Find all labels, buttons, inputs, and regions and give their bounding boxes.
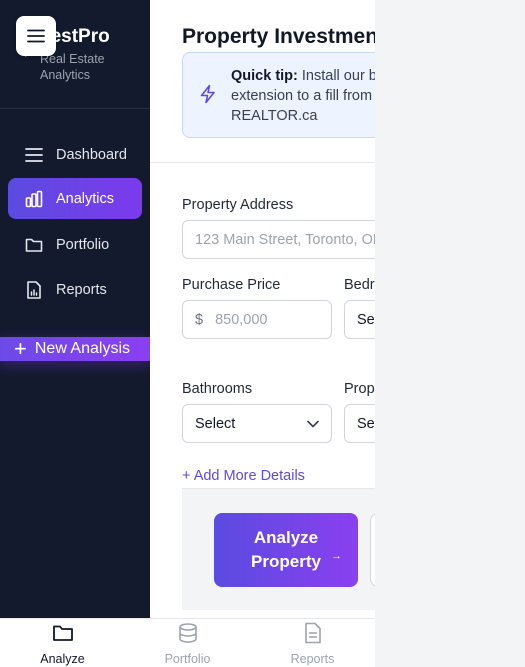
document-icon bbox=[304, 621, 322, 645]
purchase-price-label: Purchase Price bbox=[182, 277, 281, 293]
section-divider bbox=[150, 162, 375, 163]
analyze-property-button[interactable]: Analyze Property → bbox=[214, 513, 358, 587]
bathrooms-label: Bathrooms bbox=[182, 381, 253, 397]
property-type-select[interactable]: Se bbox=[344, 404, 375, 443]
address-label: Property Address bbox=[182, 197, 294, 213]
sidebar-item-label: Portfolio bbox=[56, 236, 110, 253]
brand-subtitle: Real Estate Analytics bbox=[40, 52, 105, 82]
property-type-label: Prope bbox=[344, 381, 375, 397]
quick-tip-bold: Quick tip: bbox=[231, 68, 298, 84]
bar-chart-icon bbox=[24, 189, 44, 209]
address-input[interactable]: 123 Main Street, Toronto, ON bbox=[182, 220, 375, 259]
new-analysis-button[interactable]: + New Analysis bbox=[0, 337, 150, 361]
purchase-price-input[interactable]: $ 850,000 bbox=[182, 300, 332, 339]
sidebar-item-dashboard[interactable]: Dashboard bbox=[8, 134, 142, 175]
address-placeholder: 123 Main Street, Toronto, ON bbox=[195, 231, 375, 248]
arrow-right-icon: → bbox=[331, 550, 342, 562]
bedrooms-select[interactable]: Se bbox=[344, 300, 375, 339]
sidebar: vestPro + Real Estate Analytics Dashboar… bbox=[0, 0, 150, 618]
sidebar-item-portfolio[interactable]: Portfolio bbox=[8, 224, 142, 265]
secondary-action-button[interactable] bbox=[370, 513, 375, 587]
report-icon bbox=[24, 280, 44, 300]
add-more-details-link[interactable]: + Add More Details bbox=[182, 468, 305, 484]
page-title: Property Investmen bbox=[182, 25, 375, 48]
hamburger-menu-button[interactable] bbox=[16, 16, 56, 56]
bedrooms-label: Bedro bbox=[344, 277, 375, 293]
sidebar-item-reports[interactable]: Reports bbox=[8, 269, 142, 310]
sidebar-item-label: Dashboard bbox=[56, 146, 127, 163]
bottom-nav-reports[interactable]: Reports bbox=[250, 619, 375, 667]
folder-icon bbox=[24, 235, 44, 255]
bottom-nav-label: Portfolio bbox=[164, 652, 211, 666]
property-type-value: Se bbox=[357, 415, 375, 432]
sidebar-item-label: Analytics bbox=[56, 190, 115, 207]
analyze-button-label: Analyze Property bbox=[251, 528, 321, 571]
new-analysis-label: New Analysis bbox=[34, 340, 131, 357]
currency-symbol: $ bbox=[195, 311, 204, 328]
main-panel: Property Investmen Quick tip: Install ou… bbox=[150, 0, 375, 618]
bathrooms-select[interactable]: Select bbox=[182, 404, 332, 443]
bottom-nav-analyze[interactable]: Analyze bbox=[0, 619, 125, 667]
lightning-icon bbox=[199, 84, 217, 109]
bathrooms-value: Select bbox=[195, 415, 236, 432]
database-icon bbox=[177, 621, 199, 645]
bottom-nav-label: Reports bbox=[290, 652, 335, 666]
bottom-nav-label: Analyze bbox=[40, 652, 85, 666]
sidebar-divider bbox=[0, 108, 150, 109]
menu-lines-icon bbox=[24, 145, 44, 165]
sidebar-item-label: Reports bbox=[56, 281, 107, 298]
bottom-nav-portfolio[interactable]: Portfolio bbox=[125, 619, 250, 667]
purchase-price-placeholder: 850,000 bbox=[215, 311, 268, 328]
bedrooms-value: Se bbox=[357, 311, 375, 328]
folder-icon bbox=[52, 621, 74, 645]
quick-tip-banner: Quick tip: Install our browser extension… bbox=[182, 52, 375, 138]
sidebar-item-analytics[interactable]: Analytics bbox=[8, 178, 142, 219]
plus-icon: + bbox=[14, 337, 27, 361]
hamburger-icon bbox=[27, 29, 45, 43]
quick-tip-text: Quick tip: Install our browser extension… bbox=[231, 66, 375, 126]
bottom-nav: Analyze Portfolio Reports bbox=[0, 618, 375, 667]
chevron-down-icon bbox=[307, 420, 319, 427]
